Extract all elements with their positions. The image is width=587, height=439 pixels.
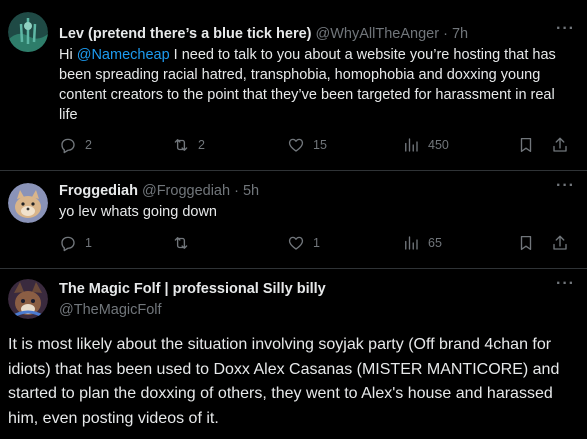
retweet-button[interactable]: 2 — [172, 136, 205, 154]
share-button[interactable] — [551, 136, 569, 154]
reply-count: 1 — [85, 236, 92, 250]
avatar[interactable] — [8, 279, 48, 319]
views-chart-icon — [402, 136, 420, 154]
timestamp[interactable]: 7h — [452, 26, 468, 42]
views-count: 65 — [428, 236, 442, 250]
tweet-header: Froggediah @Froggediah · 5h — [59, 183, 259, 199]
separator-dot: · — [443, 26, 448, 42]
tweet-text: It is most likely about the situation in… — [8, 336, 560, 427]
reply-button[interactable]: 2 — [59, 136, 92, 154]
tweet-text: yo lev whats going down — [59, 204, 217, 220]
views-button[interactable]: 450 — [402, 136, 449, 154]
timestamp[interactable]: 5h — [243, 183, 259, 199]
bookmark-button[interactable] — [517, 136, 535, 154]
mention-link[interactable]: @Namecheap — [77, 47, 170, 63]
views-count: 450 — [428, 138, 449, 152]
heart-icon — [287, 136, 305, 154]
more-dots-icon[interactable]: ··· — [556, 20, 575, 38]
display-name[interactable]: Froggediah — [59, 183, 138, 199]
like-count: 1 — [313, 236, 320, 250]
share-button[interactable] — [551, 234, 569, 252]
retweet-icon — [172, 234, 190, 252]
share-icon — [551, 234, 569, 252]
like-button[interactable]: 1 — [287, 234, 320, 252]
more-dots-icon[interactable]: ··· — [556, 177, 575, 195]
like-count: 15 — [313, 138, 327, 152]
retweet-count: 2 — [198, 138, 205, 152]
reply-count: 2 — [85, 138, 92, 152]
avatar[interactable] — [8, 183, 48, 223]
retweet-button[interactable] — [172, 234, 198, 252]
user-handle[interactable]: @TheMagicFolf — [59, 302, 162, 318]
tweet-actions: 2 2 15 450 — [59, 136, 579, 158]
bookmark-icon — [517, 234, 535, 252]
tweet-lev[interactable]: Lev (pretend there’s a blue tick here) @… — [0, 0, 587, 171]
like-button[interactable]: 15 — [287, 136, 327, 154]
tweet-text-prefix: Hi — [59, 47, 77, 63]
user-handle[interactable]: @WhyAllTheAnger — [316, 26, 440, 42]
tweet-actions: 1 1 65 — [59, 234, 579, 256]
bookmark-icon — [517, 136, 535, 154]
share-icon — [551, 136, 569, 154]
reply-icon — [59, 136, 77, 154]
user-handle[interactable]: @Froggediah — [142, 183, 230, 199]
avatar[interactable] — [8, 12, 48, 52]
more-dots-icon[interactable]: ··· — [556, 275, 575, 293]
views-chart-icon — [402, 234, 420, 252]
reply-button[interactable]: 1 — [59, 234, 92, 252]
tweet-header: Lev (pretend there’s a blue tick here) @… — [59, 26, 468, 42]
reply-icon — [59, 234, 77, 252]
tweet-themagicfolf: The Magic Folf | professional Silly bill… — [0, 269, 587, 439]
separator-dot: · — [234, 183, 239, 199]
tweet-froggediah[interactable]: Froggediah @Froggediah · 5h ··· yo lev w… — [0, 171, 587, 269]
views-button[interactable]: 65 — [402, 234, 442, 252]
display-name[interactable]: The Magic Folf | professional Silly bill… — [59, 281, 326, 297]
heart-icon — [287, 234, 305, 252]
tweet-text: Hi @Namecheap I need to talk to you abou… — [59, 45, 569, 125]
bookmark-button[interactable] — [517, 234, 535, 252]
retweet-icon — [172, 136, 190, 154]
display-name[interactable]: Lev (pretend there’s a blue tick here) — [59, 26, 311, 42]
